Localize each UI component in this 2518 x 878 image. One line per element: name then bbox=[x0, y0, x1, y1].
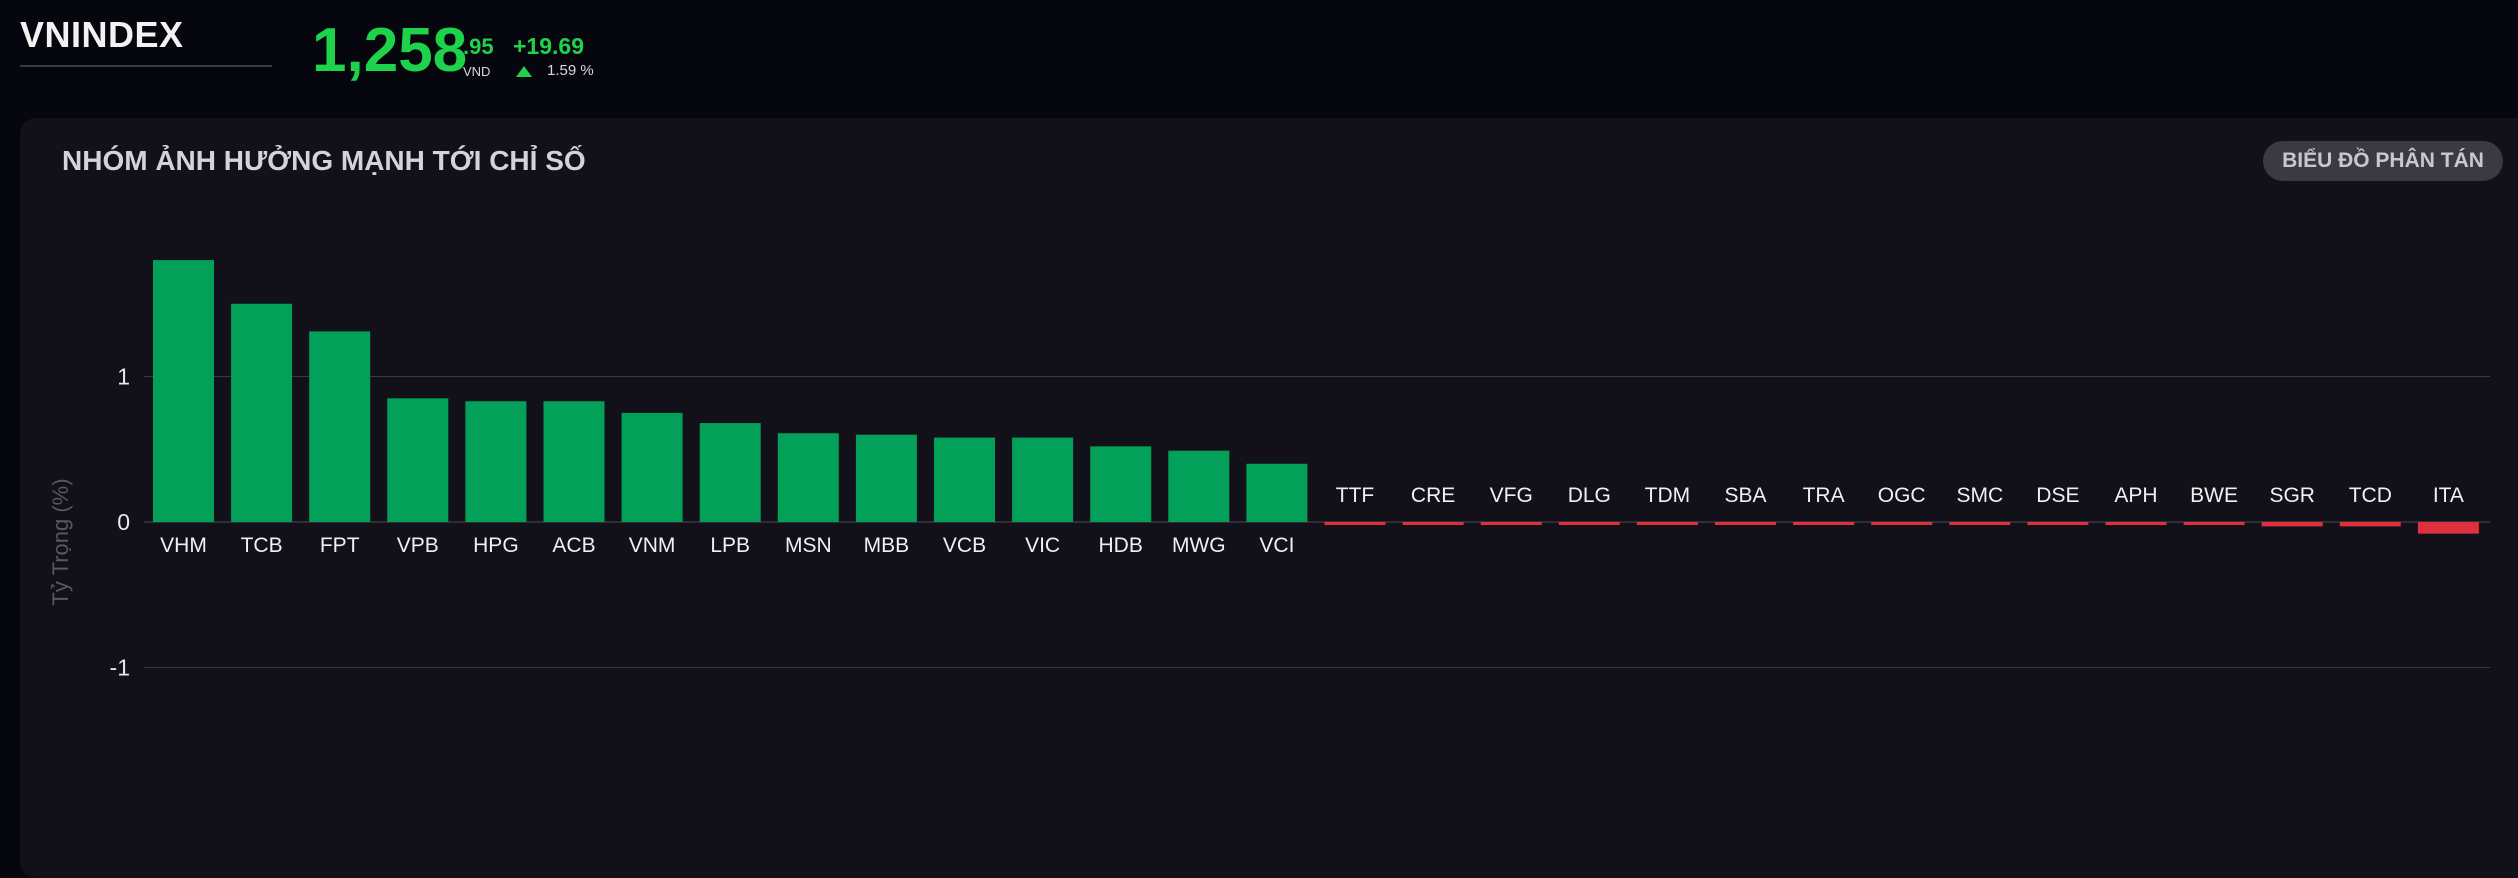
bar-label-mwg: MWG bbox=[1172, 534, 1226, 557]
bar-label-sgr: SGR bbox=[2269, 484, 2315, 507]
y-axis-ticks: 1 0 -1 bbox=[110, 364, 130, 681]
bar-label-smc: SMC bbox=[1956, 484, 2003, 507]
bar-label-acb: ACB bbox=[552, 534, 595, 557]
bar-vnm[interactable] bbox=[621, 412, 683, 522]
bar-label-vnm: VNM bbox=[629, 534, 676, 557]
bar-vcb[interactable] bbox=[934, 437, 995, 522]
bar-bwe[interactable] bbox=[2183, 522, 2245, 525]
bar-label-bwe: BWE bbox=[2190, 484, 2238, 507]
y-tick-label: 1 bbox=[117, 364, 130, 390]
bar-ita[interactable] bbox=[2417, 522, 2479, 534]
influence-bar-chart: VHM TCB FPT VPB HPG ACB VNM LPB MSN MBB VCB VIC HDB M… bbox=[48, 260, 2490, 681]
bar-label-fpt: FPT bbox=[320, 534, 360, 557]
bar-label-ita: ITA bbox=[2433, 484, 2464, 507]
bar-label-hpg: HPG bbox=[473, 534, 519, 557]
bar-mbb[interactable] bbox=[855, 434, 917, 522]
bar-label-sba: SBA bbox=[1724, 484, 1766, 507]
y-axis-label: Tỷ Trọng (%) bbox=[48, 478, 73, 605]
bar-label-tcb: TCB bbox=[241, 534, 283, 557]
bar-label-cre: CRE bbox=[1411, 484, 1455, 507]
bar-tdm[interactable] bbox=[1636, 522, 1698, 525]
bar-vic[interactable] bbox=[1012, 437, 1074, 522]
bar-smc[interactable] bbox=[1949, 522, 2011, 525]
bar-hpg[interactable] bbox=[465, 401, 527, 522]
bar-label-tcd: TCD bbox=[2349, 484, 2392, 507]
bar-label-tdm: TDM bbox=[1645, 484, 1691, 507]
bar-cre[interactable] bbox=[1402, 522, 1464, 525]
y-tick-label: -1 bbox=[110, 655, 130, 681]
bar-ttf[interactable] bbox=[1324, 522, 1386, 525]
bar-vhm[interactable] bbox=[153, 260, 214, 522]
bar-label-hdb: HDB bbox=[1099, 534, 1143, 557]
bar-tcb[interactable] bbox=[231, 303, 293, 522]
bar-msn[interactable] bbox=[777, 433, 839, 522]
bar-label-ttf: TTF bbox=[1336, 484, 1374, 507]
bar-sgr[interactable] bbox=[2261, 522, 2323, 527]
bar-label-vic: VIC bbox=[1025, 534, 1060, 557]
bar-ogc[interactable] bbox=[1871, 522, 1933, 525]
bar-tcd[interactable] bbox=[2339, 522, 2401, 527]
bar-vfg[interactable] bbox=[1480, 522, 1542, 525]
bar-label-msn: MSN bbox=[785, 534, 832, 557]
bar-label-vhm: VHM bbox=[160, 534, 207, 557]
bar-aph[interactable] bbox=[2105, 522, 2167, 525]
bar-label-dlg: DLG bbox=[1568, 484, 1611, 507]
bar-vpb[interactable] bbox=[387, 398, 449, 522]
bar-hdb[interactable] bbox=[1090, 446, 1152, 522]
bar-label-ogc: OGC bbox=[1878, 484, 1926, 507]
bar-lpb[interactable] bbox=[699, 423, 761, 522]
bar-label-aph: APH bbox=[2114, 484, 2157, 507]
bar-label-vcb: VCB bbox=[943, 534, 986, 557]
y-tick-label: 0 bbox=[117, 509, 130, 535]
bar-fpt[interactable] bbox=[309, 331, 371, 522]
bar-tra[interactable] bbox=[1793, 522, 1855, 525]
bar-label-mbb: MBB bbox=[864, 534, 910, 557]
bar-acb[interactable] bbox=[543, 401, 605, 522]
bar-label-vpb: VPB bbox=[397, 534, 439, 557]
bar-label-vfg: VFG bbox=[1490, 484, 1533, 507]
bar-label-dse: DSE bbox=[2036, 484, 2079, 507]
bar-label-vci: VCI bbox=[1259, 534, 1294, 557]
bar-vci[interactable] bbox=[1246, 463, 1308, 522]
bar-sba[interactable] bbox=[1715, 522, 1776, 525]
bar-mwg[interactable] bbox=[1168, 450, 1230, 522]
bar-label-lpb: LPB bbox=[710, 534, 750, 557]
bar-label-tra: TRA bbox=[1803, 484, 1845, 507]
bar-dse[interactable] bbox=[2027, 522, 2089, 525]
bar-dlg[interactable] bbox=[1558, 522, 1620, 525]
